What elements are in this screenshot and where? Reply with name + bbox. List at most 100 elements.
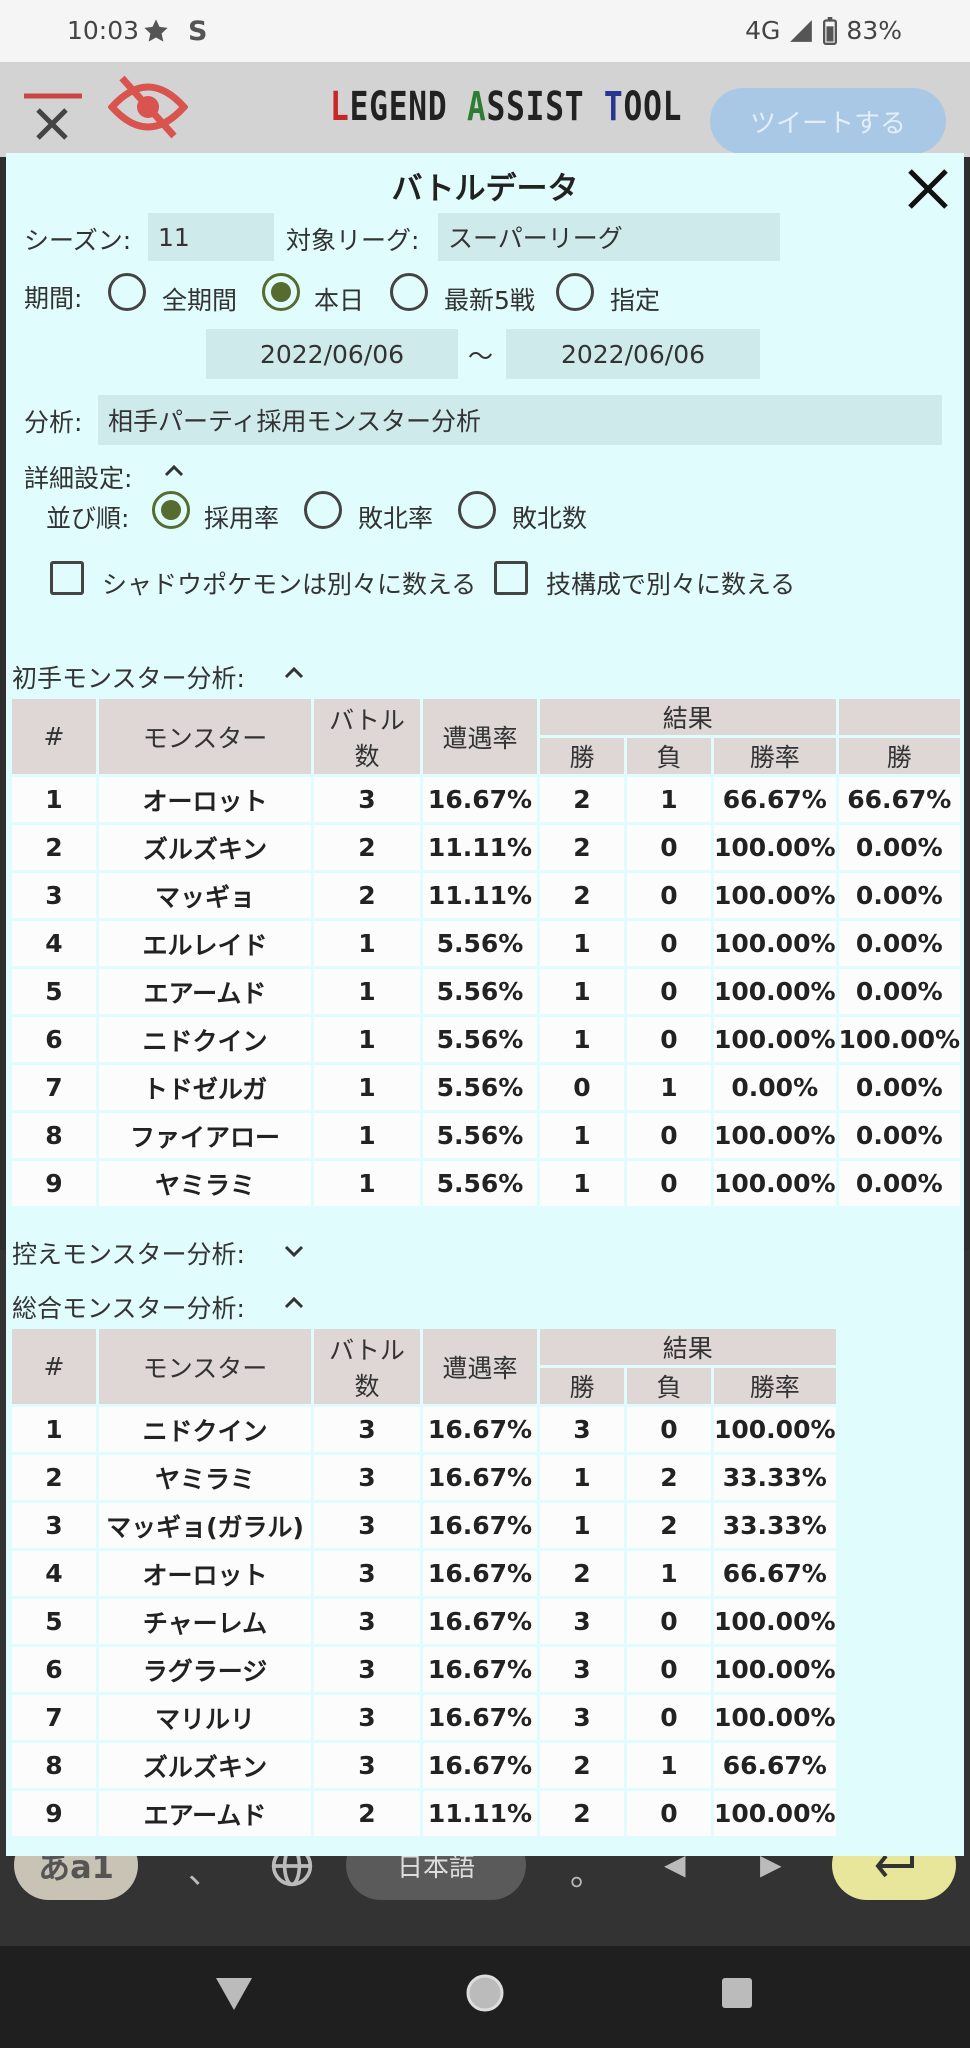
table-cell: 1 <box>314 1161 420 1206</box>
table-row[interactable]: 8 ファイアロー 1 5.56% 1 0 100.00% 0.00% <box>12 1113 961 1158</box>
table-cell: 4 <box>12 921 96 966</box>
back-icon[interactable] <box>214 1976 254 2012</box>
battle-data-dialog: バトルデータ シーズン: 11 対象リーグ: スーパーリーグ 期間: 全期間 本… <box>6 153 964 1856</box>
table-cell: 16.67% <box>423 1743 537 1788</box>
table-row[interactable]: 8 ズルズキン 3 16.67% 2 1 66.67% <box>12 1743 836 1788</box>
table-cell: 0 <box>627 1695 711 1740</box>
table-cell: 3 <box>540 1647 624 1692</box>
table-row[interactable]: 2 ヤミラミ 3 16.67% 1 2 33.33% <box>12 1455 836 1500</box>
table-cell: 3 <box>540 1599 624 1644</box>
home-icon[interactable] <box>464 1972 506 2014</box>
table-cell: 2 <box>314 873 420 918</box>
table-cell: 0.00% <box>838 825 961 870</box>
chevron-up-icon[interactable] <box>164 465 184 477</box>
col-monster: モンスター <box>99 699 311 774</box>
lead-monster-table: # モンスター バトル数 遭遇率 結果 勝 負 勝率 勝 1 オーロット 3 16.6… <box>9 696 963 1209</box>
table-row[interactable]: 2 ズルズキン 2 11.11% 2 0 100.00% 0.00% <box>12 825 961 870</box>
table-cell: 100.00% <box>714 1599 836 1644</box>
period-radio-custom[interactable] <box>556 273 594 311</box>
tweet-button[interactable]: ツイートする <box>710 88 946 154</box>
table-cell: 3 <box>12 1503 96 1548</box>
table-cell: 3 <box>314 1455 420 1500</box>
col-result: 結果 <box>540 1329 836 1365</box>
chevron-up-icon[interactable] <box>284 667 304 679</box>
app-notification-icon: S <box>188 16 208 47</box>
chevron-down-icon[interactable] <box>284 1245 304 1257</box>
sort-radio-adoption[interactable] <box>152 491 190 529</box>
table-cell: 2 <box>540 873 624 918</box>
table-row[interactable]: 1 ニドクイン 3 16.67% 3 0 100.00% <box>12 1407 836 1452</box>
table-cell: 100.00% <box>714 825 836 870</box>
table-row[interactable]: 7 マリルリ 3 16.67% 3 0 100.00% <box>12 1695 836 1740</box>
table-cell: 66.67% <box>714 1551 836 1596</box>
league-label: 対象リーグ: <box>286 226 420 255</box>
col-battles: バトル数 <box>314 699 420 774</box>
hide-eye-icon[interactable] <box>107 72 189 146</box>
moves-separate-checkbox[interactable] <box>494 561 528 595</box>
table-row[interactable]: 9 ヤミラミ 1 5.56% 1 0 100.00% 0.00% <box>12 1161 961 1206</box>
sort-radio-loss-rate[interactable] <box>304 491 342 529</box>
table-cell: 3 <box>540 1407 624 1452</box>
table-cell: 1 <box>314 1017 420 1062</box>
network-label: 4G <box>745 16 781 45</box>
table-cell: 0.00% <box>838 1161 961 1206</box>
col-extra-win: 勝 <box>838 738 961 774</box>
period-radio-latest5[interactable] <box>390 273 428 311</box>
table-row[interactable]: 3 マッギョ(ガラル) 3 16.67% 1 2 33.33% <box>12 1503 836 1548</box>
table-cell: 2 <box>540 1551 624 1596</box>
col-result: 結果 <box>540 699 836 735</box>
table-cell: 3 <box>314 1503 420 1548</box>
table-cell: 100.00% <box>714 1647 836 1692</box>
table-cell: 2 <box>627 1455 711 1500</box>
table-cell: 0 <box>627 873 711 918</box>
navigation-bar <box>0 1946 970 2048</box>
table-cell: ラグラージ <box>99 1647 311 1692</box>
table-cell: マッギョ(ガラル) <box>99 1503 311 1548</box>
table-cell: 11.11% <box>423 873 537 918</box>
season-field[interactable]: 11 <box>148 213 274 261</box>
star-icon <box>142 17 170 49</box>
league-field[interactable]: スーパーリーグ <box>438 213 780 261</box>
table-row[interactable]: 3 マッギョ 2 11.11% 2 0 100.00% 0.00% <box>12 873 961 918</box>
date-from-field[interactable]: 2022/06/06 <box>206 329 458 379</box>
table-cell: 1 <box>12 1407 96 1452</box>
sort-radio-loss-count[interactable] <box>458 491 496 529</box>
table-row[interactable]: 1 オーロット 3 16.67% 2 1 66.67% 66.67% <box>12 777 961 822</box>
table-cell: 100.00% <box>714 873 836 918</box>
date-to-field[interactable]: 2022/06/06 <box>506 329 760 379</box>
table-row[interactable]: 5 エアームド 1 5.56% 1 0 100.00% 0.00% <box>12 969 961 1014</box>
period-radio-today[interactable] <box>262 273 300 311</box>
table-row[interactable]: 6 ラグラージ 3 16.67% 3 0 100.00% <box>12 1647 836 1692</box>
table-cell: 1 <box>314 969 420 1014</box>
table-cell: 2 <box>540 1791 624 1836</box>
shadow-separate-checkbox[interactable] <box>50 561 84 595</box>
table-row[interactable]: 7 トドゼルガ 1 5.56% 0 1 0.00% 0.00% <box>12 1065 961 1110</box>
table-cell: 16.67% <box>423 1503 537 1548</box>
table-cell: 0 <box>627 921 711 966</box>
table-cell: 0 <box>627 969 711 1014</box>
table-cell: 6 <box>12 1017 96 1062</box>
chevron-up-icon[interactable] <box>284 1297 304 1309</box>
table-cell: エアームド <box>99 1791 311 1836</box>
table-row[interactable]: 4 オーロット 3 16.67% 2 1 66.67% <box>12 1551 836 1596</box>
recents-icon[interactable] <box>720 1976 754 2010</box>
table-cell: 5.56% <box>423 1017 537 1062</box>
table-cell: チャーレム <box>99 1599 311 1644</box>
analysis-field[interactable]: 相手パーティ採用モンスター分析 <box>98 395 942 445</box>
table-cell: 8 <box>12 1743 96 1788</box>
table-row[interactable]: 5 チャーレム 3 16.67% 3 0 100.00% <box>12 1599 836 1644</box>
table-row[interactable]: 6 ニドクイン 1 5.56% 1 0 100.00% 100.00% <box>12 1017 961 1062</box>
table-row[interactable]: 9 エアームド 2 11.11% 2 0 100.00% <box>12 1791 836 1836</box>
table-cell: 7 <box>12 1065 96 1110</box>
table-cell: トドゼルガ <box>99 1065 311 1110</box>
col-extra-blank <box>838 699 961 735</box>
table-cell: 16.67% <box>423 1551 537 1596</box>
period-radio-all[interactable] <box>108 273 146 311</box>
table-row[interactable]: 4 エルレイド 1 5.56% 1 0 100.00% 0.00% <box>12 921 961 966</box>
battery-level: 83% <box>846 16 902 45</box>
table-cell: 0 <box>627 825 711 870</box>
table-cell: 2 <box>12 825 96 870</box>
close-icon[interactable] <box>906 167 950 211</box>
close-app-icon[interactable] <box>24 90 82 146</box>
table-cell: マリルリ <box>99 1695 311 1740</box>
